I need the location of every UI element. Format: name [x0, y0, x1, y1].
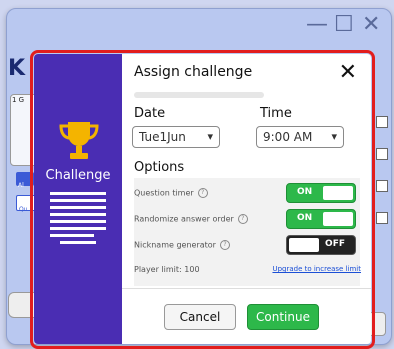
- chevron-down-icon: ▾: [331, 130, 337, 143]
- date-value: Tue1Jun: [139, 130, 186, 144]
- divider: [122, 288, 371, 289]
- close-icon[interactable]: ✕: [339, 60, 357, 85]
- option-nickname-generator: Nickname generator? OFF: [134, 234, 360, 260]
- help-icon: ?: [219, 240, 230, 250]
- option-label: Randomize answer order?: [134, 214, 248, 224]
- app-logo: K: [8, 56, 26, 81]
- upgrade-link[interactable]: Upgrade to increase limit: [272, 265, 361, 273]
- cancel-button[interactable]: Cancel: [164, 304, 236, 330]
- window-controls: — ☐ ✕: [306, 14, 380, 36]
- sidebar-decoration: [50, 192, 106, 248]
- close-window-icon[interactable]: ✕: [362, 14, 380, 36]
- randomize-order-toggle[interactable]: ON: [286, 209, 356, 229]
- date-label: Date: [134, 106, 166, 121]
- option-label: Question timer?: [134, 188, 208, 198]
- background-checkbox[interactable]: [376, 180, 388, 192]
- nickname-generator-toggle[interactable]: OFF: [286, 235, 356, 255]
- time-select[interactable]: 9:00 AM ▾: [256, 126, 344, 148]
- minimize-icon[interactable]: —: [306, 14, 328, 36]
- options-title: Options: [134, 160, 185, 175]
- background-checkbox[interactable]: [376, 212, 388, 224]
- help-icon: ?: [237, 214, 248, 224]
- dialog-title: Assign challenge: [134, 64, 253, 80]
- player-limit-text: Player limit: 100: [134, 265, 200, 274]
- chevron-down-icon: ▾: [207, 130, 213, 143]
- continue-button[interactable]: Continue: [247, 304, 319, 330]
- question-timer-toggle[interactable]: ON: [286, 183, 356, 203]
- option-randomize-order: Randomize answer order? ON: [134, 208, 360, 234]
- sidebar-title: Challenge: [45, 168, 111, 183]
- assign-challenge-dialog: Challenge Assign challenge ✕ Date Tue1Ju…: [34, 54, 371, 344]
- dialog-sidebar: Challenge: [34, 54, 122, 344]
- dialog-content: Assign challenge ✕ Date Tue1Jun ▾ Time 9…: [122, 54, 371, 344]
- time-label: Time: [260, 106, 292, 121]
- title-underline: [134, 92, 264, 98]
- option-label: Nickname generator?: [134, 240, 230, 250]
- background-checkbox[interactable]: [376, 116, 388, 128]
- trophy-icon: [59, 122, 99, 159]
- background-checkbox[interactable]: [376, 148, 388, 160]
- date-select[interactable]: Tue1Jun ▾: [132, 126, 220, 148]
- background-panel-label: 1 G: [12, 96, 25, 104]
- time-value: 9:00 AM: [263, 130, 313, 144]
- maximize-icon[interactable]: ☐: [334, 14, 354, 36]
- option-question-timer: Question timer? ON: [134, 182, 360, 208]
- help-icon: ?: [197, 188, 208, 198]
